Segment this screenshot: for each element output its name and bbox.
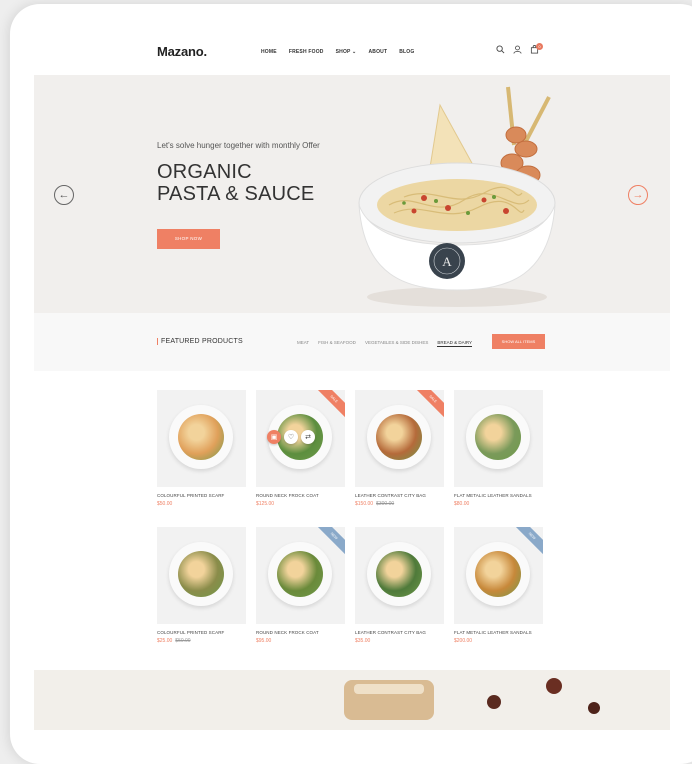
product-card[interactable]: SALE LEATHER CONTRAST CITY BAG $150.00 $300… — [355, 390, 444, 507]
hero-banner: Let's solve hunger together with monthly… — [34, 75, 670, 313]
product-price: $200.00 — [454, 638, 473, 644]
search-icon[interactable] — [496, 45, 505, 54]
main-nav: HOME FRESH FOOD SHOP ⌄ ABOUT BLOG — [261, 49, 414, 55]
hero-pasta-bowl-image: A — [358, 86, 556, 307]
product-name[interactable]: FLAT METALIC LEATHER SANDALS — [454, 630, 543, 635]
hero-tagline: Let's solve hunger together with monthly… — [157, 141, 320, 150]
product-image[interactable] — [355, 527, 444, 624]
nav-item-home[interactable]: HOME — [261, 49, 277, 55]
product-price-row: $35.00 — [355, 638, 444, 644]
compare-icon[interactable]: ⇄ — [301, 430, 315, 444]
cart-icon[interactable]: 0 — [530, 43, 543, 54]
product-card[interactable]: COLOURFUL PRINTED SCARF $25.00 $50.00 — [157, 527, 246, 644]
food-graphic — [178, 551, 224, 597]
product-grid: COLOURFUL PRINTED SCARF $50.00 SALE ▣ ♡ ⇄ ROUN… — [157, 390, 545, 644]
nav-item-fresh-food[interactable]: FRESH FOOD — [289, 49, 324, 55]
product-card[interactable]: COLOURFUL PRINTED SCARF $50.00 — [157, 390, 246, 507]
next-slide-button[interactable]: → — [628, 185, 648, 205]
product-price: $50.00 — [157, 501, 173, 507]
category-tab-meat[interactable]: MEAT — [297, 340, 309, 347]
category-tab-vegetables[interactable]: VEGETABLES & SIDE DISHES — [365, 340, 428, 347]
product-price-row: $80.00 — [454, 501, 543, 507]
product-name[interactable]: LEATHER CONTRAST CITY BAG — [355, 630, 444, 635]
product-card[interactable]: FLAT METALIC LEATHER SANDALS $80.00 — [454, 390, 543, 507]
product-name[interactable]: LEATHER CONTRAST CITY BAG — [355, 493, 444, 498]
product-name[interactable]: FLAT METALIC LEATHER SANDALS — [454, 493, 543, 498]
bowl-logo-text: A — [442, 254, 452, 269]
bottom-banner — [34, 670, 670, 730]
product-name[interactable]: ROUND NECK FROCK COAT — [256, 493, 345, 498]
nav-item-blog[interactable]: BLOG — [399, 49, 414, 55]
product-price-row: $200.00 — [454, 638, 543, 644]
food-graphic — [178, 414, 224, 460]
product-card[interactable]: NEW ROUND NECK FROCK COAT $95.00 — [256, 527, 345, 644]
page-frame: Mazano. HOME FRESH FOOD SHOP ⌄ ABOUT BLO… — [10, 4, 692, 764]
product-price: $95.00 — [256, 638, 272, 644]
product-price: $35.00 — [355, 638, 371, 644]
product-name[interactable]: ROUND NECK FROCK COAT — [256, 630, 345, 635]
food-graphic — [376, 414, 422, 460]
product-price-row: $95.00 — [256, 638, 345, 644]
arrow-left-icon: ← — [58, 188, 70, 201]
product-card[interactable]: LEATHER CONTRAST CITY BAG $35.00 — [355, 527, 444, 644]
product-price-row: $50.00 — [157, 501, 246, 507]
product-quick-actions: ▣ ♡ ⇄ — [267, 430, 315, 444]
product-price: $150.00 — [355, 501, 374, 507]
show-all-items-button[interactable]: SHOW ALL ITEMS — [492, 334, 545, 349]
bottom-banner-image — [344, 678, 600, 720]
product-image[interactable]: NEW — [256, 527, 345, 624]
shop-now-button[interactable]: SHOP NOW — [157, 229, 220, 249]
product-old-price: $50.00 — [175, 638, 191, 644]
site-logo[interactable]: Mazano. — [157, 44, 207, 59]
hero-title-line-2: PASTA & SAUCE — [157, 183, 315, 205]
category-tab-bread-dairy[interactable]: BREAD & DAIRY — [437, 340, 473, 347]
cart-count-badge: 0 — [536, 43, 543, 50]
prev-slide-button[interactable]: ← — [54, 185, 74, 205]
heart-icon[interactable]: ♡ — [284, 430, 298, 444]
food-graphic — [376, 551, 422, 597]
nav-item-about[interactable]: ABOUT — [368, 49, 387, 55]
product-price: $80.00 — [454, 501, 470, 507]
product-name[interactable]: COLOURFUL PRINTED SCARF — [157, 630, 246, 635]
featured-products-title: FEATURED PRODUCTS — [157, 338, 243, 345]
product-price-row: $125.00 — [256, 501, 345, 507]
user-icon[interactable] — [513, 45, 522, 54]
product-old-price: $300.00 — [376, 501, 395, 507]
product-image[interactable]: SALE — [355, 390, 444, 487]
food-graphic — [277, 551, 323, 597]
product-price-row: $25.00 $50.00 — [157, 638, 246, 644]
nav-item-shop[interactable]: SHOP ⌄ — [336, 49, 357, 55]
product-image[interactable]: NEW — [454, 527, 543, 624]
product-image[interactable]: SALE ▣ ♡ ⇄ — [256, 390, 345, 487]
arrow-right-icon: → — [632, 188, 644, 201]
product-card[interactable]: NEW FLAT METALIC LEATHER SANDALS $200.00 — [454, 527, 543, 644]
featured-products-bar: FEATURED PRODUCTS MEAT FISH & SEAFOOD VE… — [34, 313, 670, 371]
bag-icon[interactable]: ▣ — [267, 430, 281, 444]
category-filter: MEAT FISH & SEAFOOD VEGETABLES & SIDE DI… — [297, 340, 473, 347]
category-tab-fish-seafood[interactable]: FISH & SEAFOOD — [318, 340, 356, 347]
hero-title: ORGANIC PASTA & SAUCE — [157, 161, 314, 205]
product-name[interactable]: COLOURFUL PRINTED SCARF — [157, 493, 246, 498]
product-image[interactable] — [157, 527, 246, 624]
product-price-row: $150.00 $300.00 — [355, 501, 444, 507]
product-card[interactable]: SALE ▣ ♡ ⇄ ROUND NECK FROCK COAT $125.00 — [256, 390, 345, 507]
header-icons: 0 — [496, 43, 543, 54]
product-price: $125.00 — [256, 501, 275, 507]
product-price: $25.00 — [157, 638, 173, 644]
food-graphic — [475, 414, 521, 460]
product-image[interactable] — [454, 390, 543, 487]
hero-title-line-1: ORGANIC — [157, 161, 252, 183]
product-image[interactable] — [157, 390, 246, 487]
food-graphic — [475, 551, 521, 597]
